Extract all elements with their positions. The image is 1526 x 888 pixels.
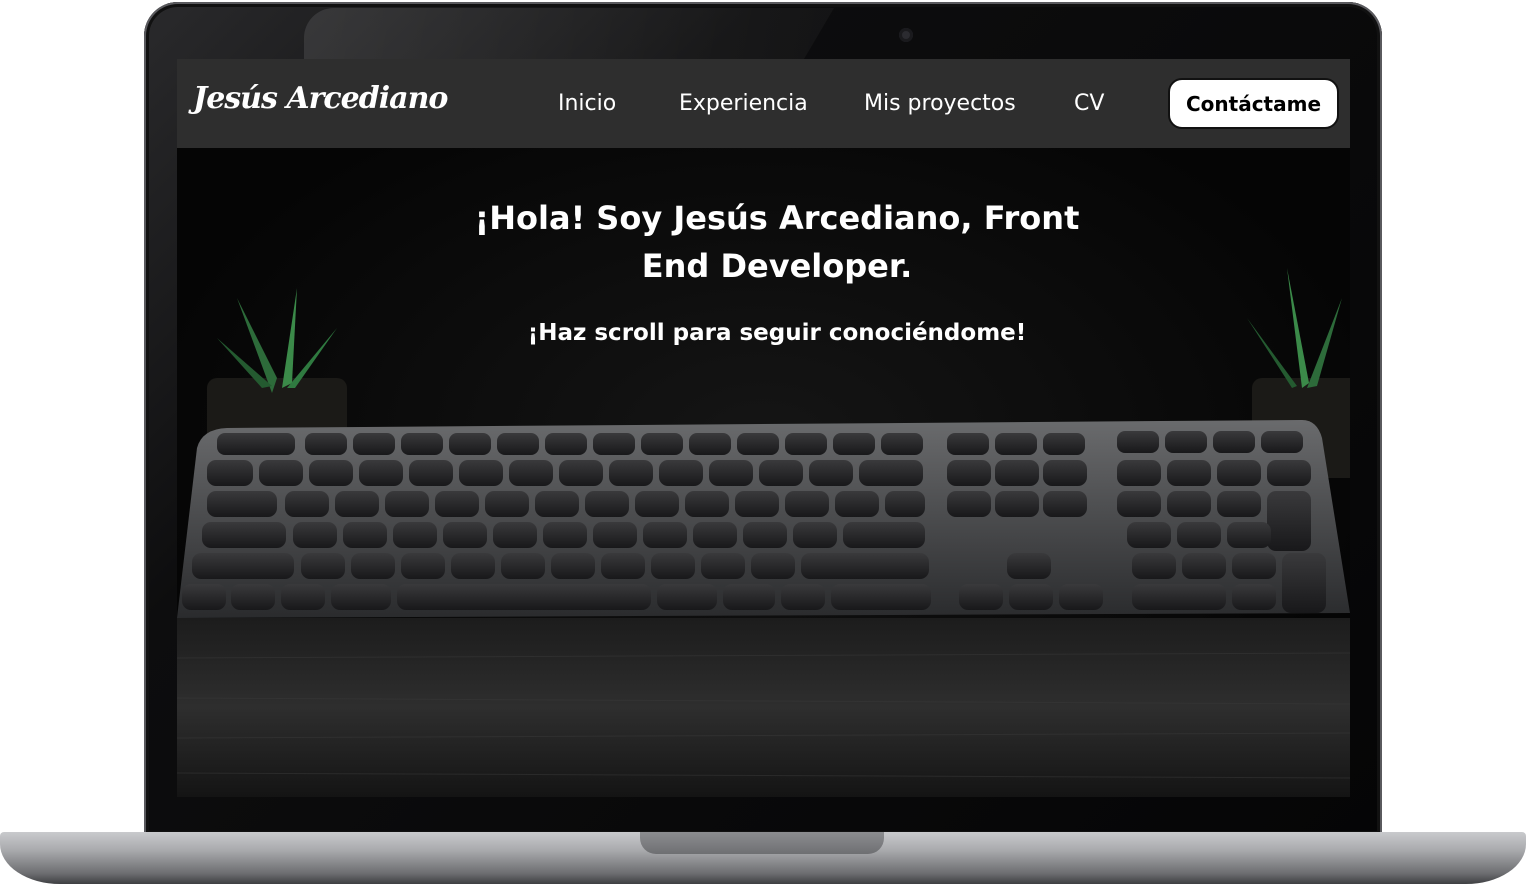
navbar: Jesús Arcediano Inicio Experiencia Mis p… [177,59,1350,148]
nav-link-experiencia[interactable]: Experiencia [679,91,808,116]
screen-glare [304,8,834,62]
nav-link-mis-proyectos[interactable]: Mis proyectos [864,91,1016,116]
website-screen: Jesús Arcediano Inicio Experiencia Mis p… [177,59,1350,797]
hero-title: ¡Hola! Soy Jesús Arcediano, Front End De… [474,199,1080,285]
nav-link-cv[interactable]: CV [1074,91,1104,116]
webcam-icon [899,28,913,42]
nav-link-inicio[interactable]: Inicio [558,91,616,116]
hero-section: ¡Hola! Soy Jesús Arcediano, Front End De… [177,148,1350,797]
hero-subtitle: ¡Haz scroll para seguir conociéndome! [527,320,1027,346]
laptop-notch [640,832,884,854]
contact-button[interactable]: Contáctame [1168,78,1339,129]
site-logo[interactable]: Jesús Arcediano [193,81,448,116]
